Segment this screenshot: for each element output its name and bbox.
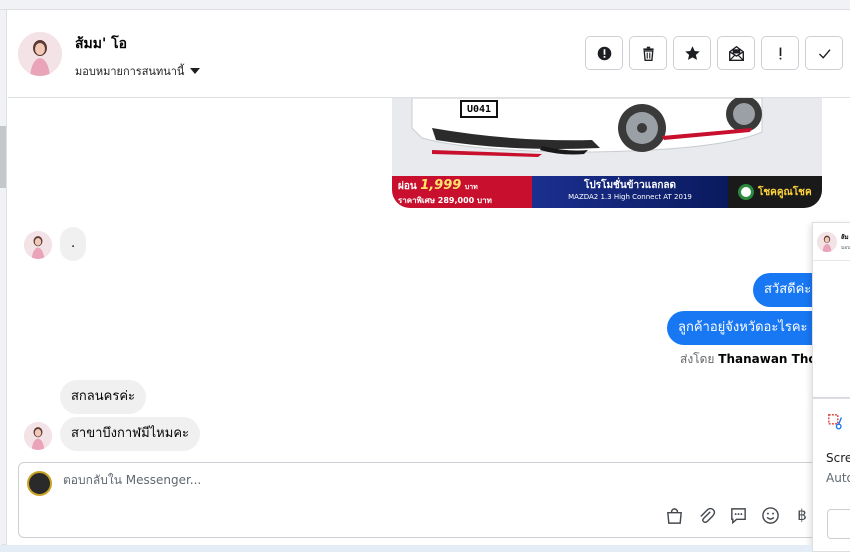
panel-action-button[interactable] <box>827 509 850 539</box>
bottom-strip <box>0 545 812 552</box>
mark-unread-button[interactable] <box>717 36 755 70</box>
dealer-name: โชคคูณโชค <box>758 186 812 198</box>
payment-button[interactable]: ฿ <box>792 505 812 525</box>
incoming-message[interactable]: สาขาบึงกาฬมีไหมคะ <box>60 417 201 451</box>
baht-icon: ฿ <box>797 506 807 524</box>
price-prefix: ผ่อน <box>398 181 417 192</box>
mark-done-button[interactable] <box>805 36 843 70</box>
conversation-toolbar <box>585 36 843 70</box>
promo-title-block: โปรโมชั่นข้าวแลกลด MAZDA2 1.3 High Conne… <box>532 176 728 208</box>
alert-circle-icon <box>597 46 611 60</box>
exclamation-icon <box>779 47 781 59</box>
follow-up-button[interactable] <box>761 36 799 70</box>
attach-button[interactable] <box>696 505 716 525</box>
conversation-header: ส้มม' โอ มอบหมายการสนทนานี้ <box>8 11 850 98</box>
spam-button[interactable] <box>585 36 623 70</box>
shopping-bag-icon <box>666 507 682 524</box>
promo-price-block: ผ่อน 1,999 บาท ราคาพิเศษ 289,000 บาท <box>392 176 532 208</box>
star-button[interactable] <box>673 36 711 70</box>
scroll-thumb[interactable] <box>0 126 6 188</box>
screen-capture-panel[interactable]: Scre Auto <box>812 398 850 552</box>
license-plate: U041 <box>460 100 498 118</box>
emoji-button[interactable] <box>760 505 780 525</box>
star-icon <box>684 45 700 60</box>
sent-by-label: ส่งโดย Thanawan Thon <box>680 350 825 369</box>
top-bar <box>0 0 850 10</box>
smiley-icon <box>761 506 779 524</box>
delete-button[interactable] <box>629 36 667 70</box>
popup-sub: มอบ <box>841 245 850 251</box>
special-price: ราคาพิเศษ 289,000 บาท <box>398 196 492 205</box>
check-icon <box>818 48 831 59</box>
popup-header: ส้ม มอบ <box>813 223 850 261</box>
composer-actions: ฿ <box>664 505 812 525</box>
trash-icon <box>642 46 654 61</box>
assign-conversation-dropdown[interactable]: มอบหมายการสนทนานี้ <box>75 62 201 80</box>
envelope-open-icon <box>728 45 744 61</box>
incoming-message[interactable]: สกลนครค่ะ <box>60 380 147 414</box>
popup-avatar <box>817 232 837 252</box>
dealer-logo-icon <box>738 184 754 200</box>
incoming-message[interactable]: . <box>60 227 87 261</box>
promo-banner: ผ่อน 1,999 บาท ราคาพิเศษ 289,000 บาท โปร… <box>392 176 822 208</box>
page-avatar <box>27 471 52 496</box>
reply-input[interactable] <box>63 473 663 487</box>
price-value: 1,999 <box>420 178 462 193</box>
car-promo-image[interactable]: U041 ผ่อน 1,999 บาท ราคาพิเศษ 289,000 บา… <box>392 98 822 208</box>
car-illustration <box>392 98 822 178</box>
sent-by-prefix: ส่งโดย <box>680 352 715 366</box>
shop-button[interactable] <box>664 505 684 525</box>
paperclip-icon <box>699 507 715 523</box>
panel-title: Scre <box>826 451 850 465</box>
contact-avatar-small[interactable] <box>24 231 52 259</box>
conversation-popup[interactable]: ส้ม มอบ <box>812 222 850 398</box>
caret-down-icon <box>190 68 201 74</box>
sent-by-name: Thanawan Thon <box>718 352 826 366</box>
left-scrollbar[interactable]: ▾ <box>0 10 7 552</box>
outgoing-message[interactable]: สวัสดีค่ะ <box>753 273 813 307</box>
snipping-tool-icon <box>828 414 843 430</box>
car-model: MAZDA2 1.3 High Connect AT 2019 <box>568 193 692 201</box>
popup-name: ส้ม <box>841 234 849 241</box>
contact-avatar[interactable] <box>18 32 62 76</box>
promo-title: โปรโมชั่นข้าวแลกลด <box>584 180 676 191</box>
outgoing-message[interactable]: ลูกค้าอยู่จังหวัดอะไรคะ <box>667 311 813 345</box>
saved-replies-button[interactable] <box>728 505 748 525</box>
dealer-block: โชคคูณโชค <box>728 176 822 208</box>
contact-name: ส้มม' โอ <box>75 36 128 52</box>
contact-avatar-small[interactable] <box>24 422 52 450</box>
promo-price-line: ผ่อน 1,999 บาท <box>398 178 526 194</box>
panel-subtitle: Auto <box>826 471 850 485</box>
assign-label: มอบหมายการสนทนานี้ <box>75 65 185 78</box>
price-unit: บาท <box>464 183 478 191</box>
reply-composer: ฿ <box>18 462 818 538</box>
chat-bubble-icon <box>730 507 746 524</box>
